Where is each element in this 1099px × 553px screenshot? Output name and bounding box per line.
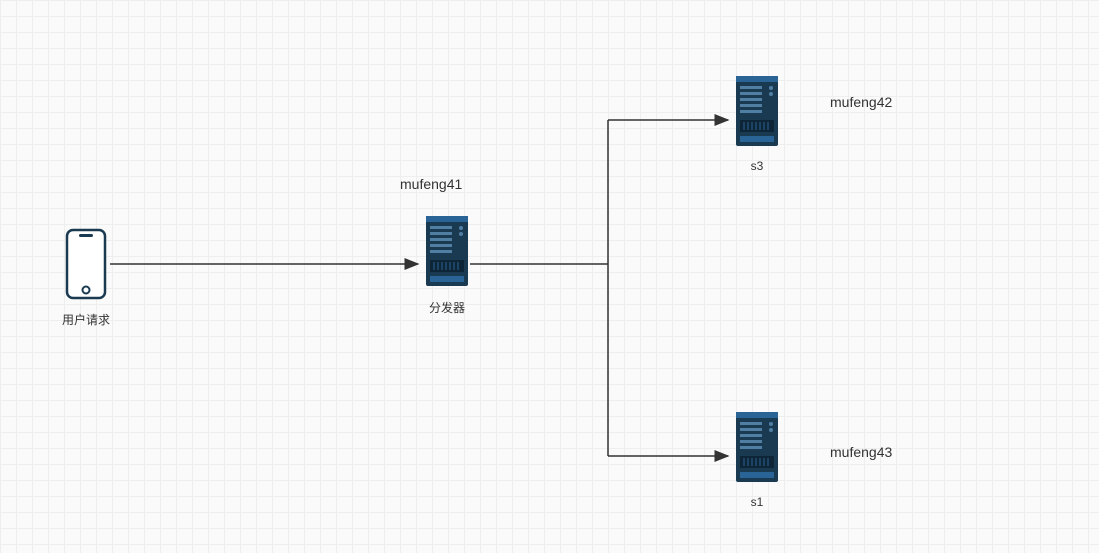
node-server-top: s3 [734,74,780,173]
grid-background [0,0,1099,553]
server-icon [734,410,780,484]
node-server-bottom: s1 [734,410,780,509]
phone-icon [65,228,107,300]
server-bottom-label-side: mufeng43 [830,444,892,460]
node-phone: 用户请求 [62,228,110,328]
node-dispatcher: 分发器 [424,214,470,316]
server-top-label-below: s3 [734,159,780,173]
server-icon [424,214,470,288]
server-top-label-side: mufeng42 [830,94,892,110]
phone-label: 用户请求 [62,311,110,328]
dispatcher-label-above: mufeng41 [400,176,462,192]
server-icon [734,74,780,148]
server-bottom-label-below: s1 [734,495,780,509]
dispatcher-label-below: 分发器 [424,299,470,316]
